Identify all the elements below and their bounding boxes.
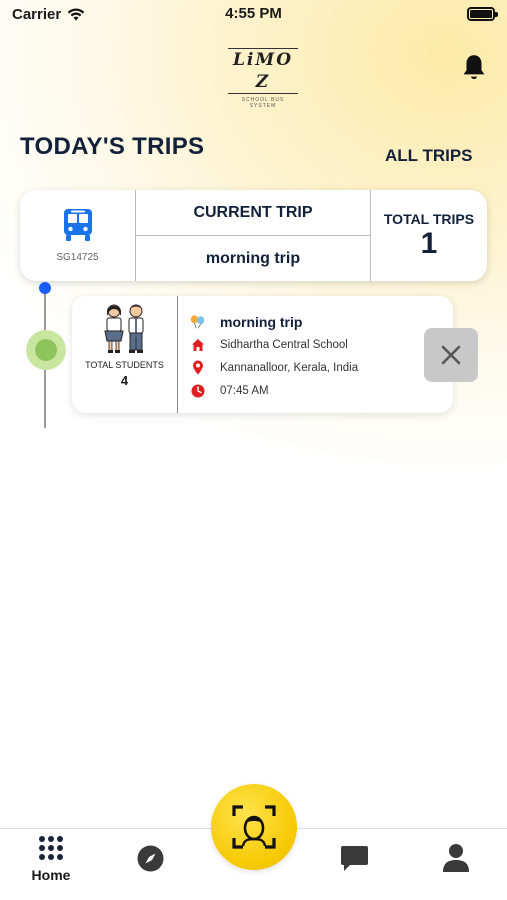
logo-tagline: SCHOOL BUS SYSTEM — [241, 97, 285, 109]
close-icon — [441, 345, 461, 365]
carrier-label: Carrier — [12, 5, 62, 23]
school-name: Sidhartha Central School — [220, 338, 348, 351]
home-icon — [190, 337, 206, 353]
notification-bell-icon[interactable] — [460, 53, 488, 83]
all-trips-link[interactable]: ALL TRIPS — [385, 146, 473, 166]
total-students-count: 4 — [120, 373, 129, 388]
location-pin-icon — [190, 360, 206, 376]
timeline-node — [26, 330, 66, 370]
tab-explore[interactable] — [137, 845, 164, 872]
wifi-icon — [68, 8, 85, 20]
total-trips-cell: TOTAL TRIPS 1 — [371, 190, 487, 281]
total-trips-label: TOTAL TRIPS — [383, 210, 475, 227]
compass-icon — [137, 845, 164, 872]
face-scan-icon — [232, 805, 276, 849]
location-row: Kannanalloor, Kerala, India — [190, 356, 358, 379]
students-icon — [103, 304, 143, 353]
logo-text: LiMO Z — [228, 48, 298, 94]
face-scan-button[interactable] — [211, 784, 297, 870]
status-left: Carrier — [12, 6, 85, 23]
students-summary: TOTAL STUDENTS 4 — [72, 296, 178, 413]
brand-logo: LiMO Z SCHOOL BUS SYSTEM — [228, 48, 298, 109]
tab-home[interactable]: Home — [24, 835, 78, 883]
bus-icon — [63, 209, 92, 241]
clock-icon — [190, 383, 206, 399]
grid-dots-icon — [39, 836, 63, 860]
battery-icon — [467, 7, 498, 21]
current-trip-label: CURRENT TRIP — [136, 190, 370, 236]
status-bar: Carrier 4:55 PM — [0, 0, 507, 28]
person-icon — [443, 844, 469, 872]
cancel-trip-button[interactable] — [424, 328, 478, 382]
bus-cell: SG14725 — [20, 190, 136, 281]
trip-summary-card: SG14725 CURRENT TRIP morning trip TOTAL … — [20, 190, 487, 281]
time-row: 07:45 AM — [190, 379, 358, 402]
current-trip-name: morning trip — [205, 249, 301, 267]
total-trips-value: 1 — [420, 226, 438, 260]
total-students-label: TOTAL STUDENTS — [85, 360, 164, 370]
current-trip-cell: CURRENT TRIP morning trip — [136, 190, 371, 281]
trip-card[interactable]: TOTAL STUDENTS 4 morning trip Sidhartha … — [72, 296, 453, 413]
trip-name: morning trip — [220, 313, 303, 330]
tab-profile[interactable] — [442, 843, 470, 872]
balloons-icon — [190, 314, 206, 330]
chat-bubble-icon — [341, 846, 368, 871]
trip-time: 07:45 AM — [220, 384, 269, 397]
tab-home-label: Home — [31, 867, 71, 883]
trip-details: morning trip Sidhartha Central School Ka… — [190, 310, 358, 402]
tab-messages[interactable] — [340, 845, 369, 873]
location-text: Kannanalloor, Kerala, India — [220, 361, 359, 374]
bus-id: SG14725 — [56, 252, 99, 263]
school-row: Sidhartha Central School — [190, 333, 358, 356]
timeline-start-dot — [39, 282, 51, 294]
trip-name-row: morning trip — [190, 310, 358, 333]
page-title: TODAY'S TRIPS — [20, 133, 205, 160]
